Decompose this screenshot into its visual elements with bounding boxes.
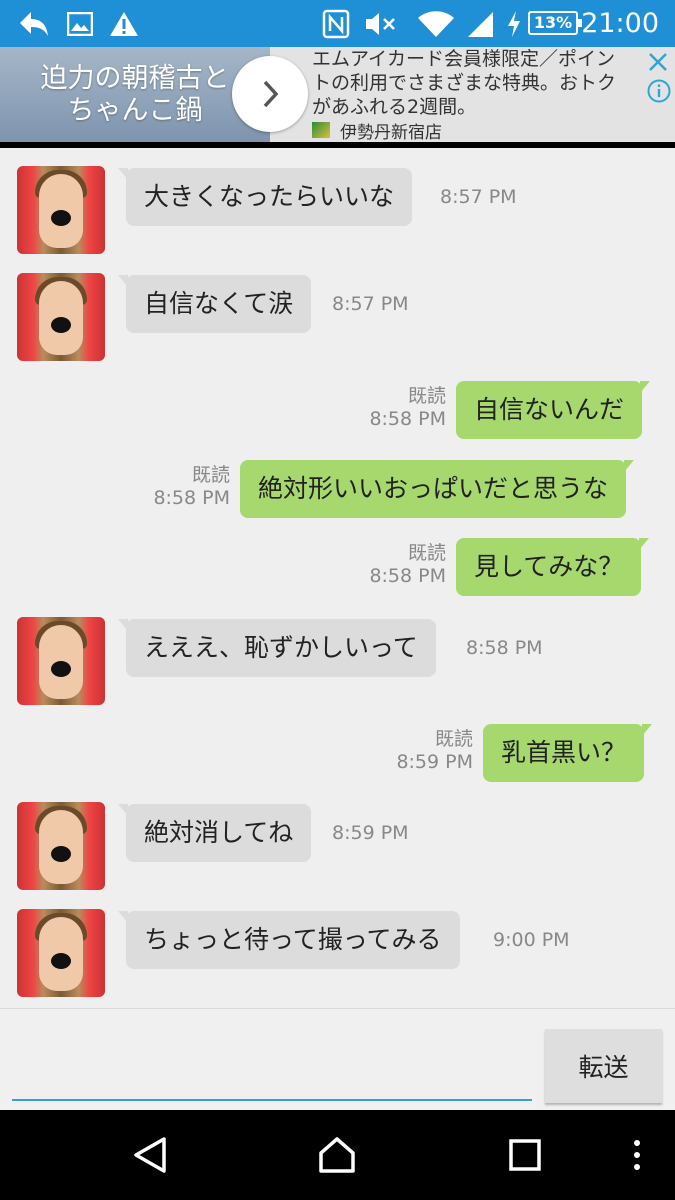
message-meta: 既読 8:59 PM [387,728,473,774]
message-bubble-outgoing[interactable]: 乳首黒い？ [483,724,653,782]
send-button[interactable]: 転送 [545,1029,662,1103]
message-bubble-incoming[interactable]: 自信なくて涙 [117,275,312,333]
message-bubble-incoming[interactable]: 大きくなったらいいな [117,168,413,226]
ad-text[interactable]: エムアイカード会員様限定／ポイン トの利用でさまざまな特典。おトク があふれる2… [312,47,644,119]
navigation-bar [0,1110,675,1200]
message-bubble-incoming[interactable]: えええ、恥ずかしいって [118,619,436,677]
ad-text-line3: があふれる2週間。 [312,96,477,118]
back-icon[interactable] [105,1110,195,1200]
ad-image-line1: 迫力の朝稽古と [40,62,230,94]
mute-icon [362,0,400,47]
charging-icon [504,0,524,47]
read-receipt: 既読 [434,728,473,750]
ad-image[interactable]: 迫力の朝稽古と ちゃんこ鍋 [0,47,270,142]
message-meta: 既読 8:58 PM [360,385,446,431]
chevron-right-icon [263,80,279,108]
composer: 転送 [0,1008,675,1110]
ad-text-line2: トの利用でさまざまな特典。おトク [312,72,617,94]
avatar[interactable] [17,617,105,705]
avatar[interactable] [17,273,105,361]
ad-banner[interactable]: 迫力の朝稽古と ちゃんこ鍋 エムアイカード会員様限定／ポイン トの利用でさまざま… [0,47,675,143]
message-time: 8:57 PM [440,186,517,208]
read-receipt: 既読 [407,542,446,564]
message-time: 9:00 PM [493,929,570,951]
message-meta: 既読 8:58 PM [360,542,446,588]
read-receipt: 既読 [407,385,446,407]
message-input[interactable] [12,1021,532,1101]
message-bubble-outgoing[interactable]: 見してみな？ [456,538,650,596]
reply-icon [14,0,54,47]
read-receipt: 既読 [191,464,230,486]
ad-source: 伊勢丹新宿店 [312,119,442,143]
message-time: 8:58 PM [369,565,446,587]
message-time: 8:58 PM [466,637,543,659]
status-time: 21:00 [581,8,659,39]
message-meta: 既読 8:58 PM [144,464,230,510]
ad-image-line2: ちゃんこ鍋 [67,94,203,126]
home-icon[interactable] [292,1110,382,1200]
message-time: 8:58 PM [369,408,446,430]
warning-icon [108,0,140,47]
ad-open-button[interactable] [232,56,308,132]
more-icon[interactable] [592,1110,675,1200]
battery-icon: 13% [528,11,582,35]
close-icon[interactable] [645,49,671,75]
signal-icon [464,0,496,47]
recents-icon[interactable] [480,1110,570,1200]
avatar[interactable] [17,166,105,254]
wifi-icon [415,0,457,47]
message-bubble-incoming[interactable]: ちょっと待って撮ってみる [118,911,460,969]
info-icon[interactable] [647,79,671,103]
nfc-icon [320,0,352,47]
message-bubble-incoming[interactable]: 絶対消してね [117,804,312,862]
message-bubble-outgoing[interactable]: 自信ないんだ [456,381,651,439]
message-time: 8:58 PM [153,487,230,509]
image-icon [64,0,96,47]
message-time: 8:59 PM [332,822,409,844]
ad-source-label: 伊勢丹新宿店 [340,122,442,143]
status-bar: 13% 21:00 [0,0,675,47]
message-time: 8:57 PM [332,293,409,315]
avatar[interactable] [17,802,105,890]
chat-thread[interactable]: 大きくなったらいいな 8:57 PM 自信なくて涙 8:57 PM 既読 8:5… [0,148,675,1008]
ad-text-line1: エムアイカード会員様限定／ポイン [312,48,616,70]
ad-source-logo [312,122,330,138]
message-bubble-outgoing[interactable]: 絶対形いいおっぱいだと思うな [240,460,635,518]
message-time: 8:59 PM [396,751,473,773]
avatar[interactable] [17,909,105,997]
